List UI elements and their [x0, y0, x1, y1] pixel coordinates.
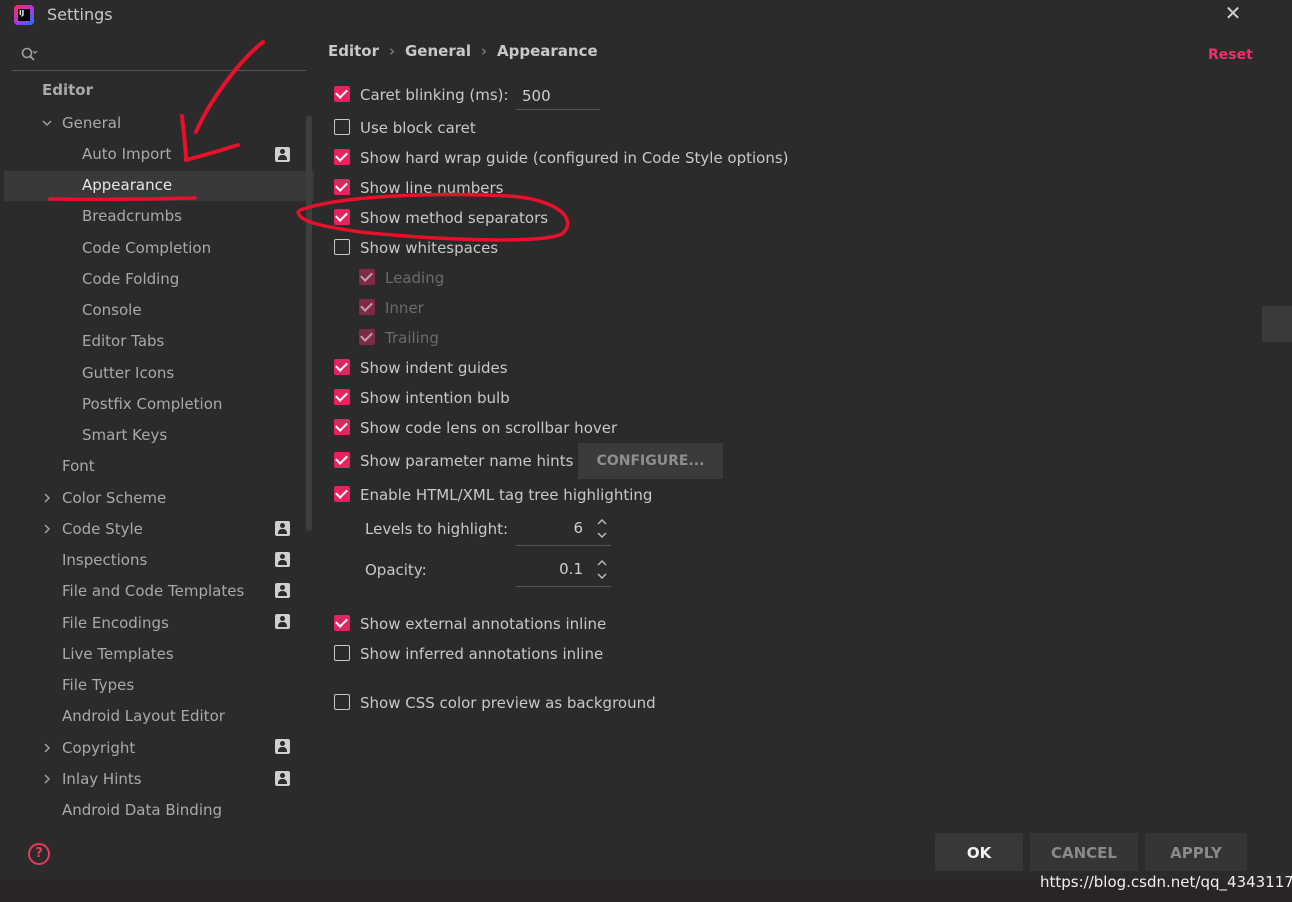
sidebar-item-gutter-icons[interactable]: Gutter Icons	[82, 362, 174, 384]
reset-link[interactable]: Reset	[1208, 47, 1253, 63]
project-scope-icon	[275, 521, 290, 536]
chevron-right-icon[interactable]	[41, 492, 53, 504]
sidebar-item-android-layout-editor[interactable]: Android Layout Editor	[62, 705, 225, 727]
checkbox[interactable]	[334, 645, 350, 661]
watermark-text: https://blog.csdn.net/qq_43431171	[1040, 873, 1292, 891]
checkbox[interactable]	[334, 149, 350, 165]
chevron-right-icon[interactable]	[41, 742, 53, 754]
breadcrumb: Editor › General › Appearance	[328, 42, 598, 60]
chevron-right-icon[interactable]	[41, 773, 53, 785]
chevron-right-icon[interactable]	[41, 523, 53, 535]
checkbox	[359, 299, 375, 315]
checkbox[interactable]	[334, 179, 350, 195]
spinner-down-icon[interactable]	[597, 572, 607, 580]
sidebar-item-console[interactable]: Console	[82, 299, 142, 321]
project-scope-icon	[275, 739, 290, 754]
sidebar-item-breadcrumbs[interactable]: Breadcrumbs	[82, 205, 182, 227]
sidebar-item-live-templates[interactable]: Live Templates	[62, 643, 174, 665]
sidebar-item-file-encodings[interactable]: File Encodings	[62, 612, 169, 634]
checkbox[interactable]	[334, 389, 350, 405]
title-bar: IJ Settings ✕	[0, 0, 1262, 30]
chevron-down-icon[interactable]	[41, 117, 53, 129]
sidebar-item-android-data-binding[interactable]: Android Data Binding	[62, 799, 222, 821]
help-icon[interactable]: ?	[28, 843, 50, 865]
breadcrumb-general[interactable]: General	[405, 42, 471, 60]
sidebar-item-code-style[interactable]: Code Style	[62, 518, 143, 540]
checkbox[interactable]	[334, 419, 350, 435]
sidebar-item-general[interactable]: General	[62, 112, 121, 134]
opacity-label: Opacity:	[365, 561, 427, 579]
spinner-up-icon[interactable]	[597, 559, 607, 567]
caret-blinking-input[interactable]: 500	[516, 83, 600, 110]
apply-button[interactable]: APPLY	[1145, 833, 1247, 871]
sidebar-item-auto-import[interactable]: Auto Import	[82, 143, 171, 165]
sidebar-item-editor-tabs[interactable]: Editor Tabs	[82, 330, 164, 352]
settings-dialog: IJ Settings ✕ Editor General Auto Import…	[0, 0, 1262, 880]
close-icon[interactable]: ✕	[1222, 2, 1244, 24]
sidebar-item-font[interactable]: Font	[62, 455, 95, 477]
sidebar-item-file-types[interactable]: File Types	[62, 674, 134, 696]
checkbox[interactable]	[334, 209, 350, 225]
sidebar-item-postfix-completion[interactable]: Postfix Completion	[82, 393, 222, 415]
levels-spinner[interactable]: 6	[516, 515, 611, 546]
sidebar-item-code-folding[interactable]: Code Folding	[82, 268, 179, 290]
checkbox[interactable]	[334, 694, 350, 710]
levels-label: Levels to highlight:	[365, 520, 509, 538]
checkbox[interactable]	[334, 486, 350, 502]
breadcrumb-editor[interactable]: Editor	[328, 42, 379, 60]
search-icon	[21, 47, 38, 61]
checkbox	[359, 269, 375, 285]
sidebar-item-file-and-code-templates[interactable]: File and Code Templates	[62, 580, 244, 602]
background-window-edge	[1262, 0, 1292, 902]
opacity-spinner[interactable]: 0.1	[516, 556, 611, 587]
sidebar-item-color-scheme[interactable]: Color Scheme	[62, 487, 166, 509]
checkbox[interactable]	[334, 239, 350, 255]
background-band	[1262, 306, 1292, 342]
spinner-down-icon[interactable]	[597, 531, 607, 539]
checkbox[interactable]	[334, 452, 350, 468]
checkbox[interactable]	[334, 119, 350, 135]
checkbox[interactable]	[334, 359, 350, 375]
configure-button[interactable]: CONFIGURE...	[578, 443, 723, 479]
spinner-up-icon[interactable]	[597, 518, 607, 526]
window-title: Settings	[47, 5, 113, 24]
sidebar-item-inlay-hints[interactable]: Inlay Hints	[62, 768, 142, 790]
sidebar-item-appearance[interactable]: Appearance	[82, 174, 172, 196]
sidebar-item-copyright[interactable]: Copyright	[62, 737, 135, 759]
checkbox[interactable]	[334, 86, 350, 102]
intellij-app-icon: IJ	[14, 5, 34, 25]
cancel-button[interactable]: CANCEL	[1030, 833, 1138, 871]
project-scope-icon	[275, 583, 290, 598]
sidebar-item-editor[interactable]: Editor	[42, 79, 93, 101]
checkbox[interactable]	[334, 615, 350, 631]
sidebar-item-smart-keys[interactable]: Smart Keys	[82, 424, 167, 446]
project-scope-icon	[275, 771, 290, 786]
sidebar-item-code-completion[interactable]: Code Completion	[82, 237, 211, 259]
sidebar-item-inspections[interactable]: Inspections	[62, 549, 147, 571]
project-scope-icon	[275, 147, 290, 162]
sidebar-scrollbar[interactable]	[306, 115, 312, 531]
checkbox	[359, 329, 375, 345]
project-scope-icon	[275, 552, 290, 567]
project-scope-icon	[275, 614, 290, 629]
ok-button[interactable]: OK	[935, 833, 1023, 871]
breadcrumb-appearance: Appearance	[497, 42, 598, 60]
settings-search-input[interactable]	[12, 40, 306, 71]
